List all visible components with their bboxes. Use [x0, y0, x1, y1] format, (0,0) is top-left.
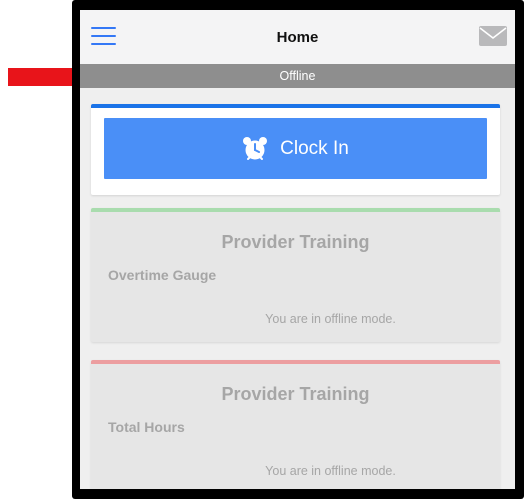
alarm-clock-icon: [243, 136, 268, 160]
clock-in-card: Clock In: [91, 104, 500, 195]
widget-subtitle: Total Hours: [108, 419, 185, 435]
total-hours-widget[interactable]: Provider Training Total Hours You are in…: [91, 360, 500, 489]
widget-subtitle: Overtime Gauge: [108, 267, 217, 283]
widget-title: Provider Training: [221, 232, 370, 252]
app-screen: Home Offline Clock In Provider Training …: [80, 10, 515, 489]
widget-title: Provider Training: [221, 384, 370, 404]
clock-in-button[interactable]: Clock In: [104, 118, 487, 179]
hamburger-menu-icon[interactable]: [91, 27, 116, 45]
offline-message: You are in offline mode.: [265, 464, 396, 478]
app-header: Home: [80, 10, 515, 64]
offline-message: You are in offline mode.: [265, 312, 396, 326]
clock-in-label: Clock In: [280, 137, 349, 159]
offline-status-bar: Offline: [80, 64, 515, 88]
page-title: Home: [276, 28, 319, 46]
mail-icon[interactable]: [479, 26, 507, 46]
overtime-gauge-widget[interactable]: Provider Training Overtime Gauge You are…: [91, 208, 500, 342]
